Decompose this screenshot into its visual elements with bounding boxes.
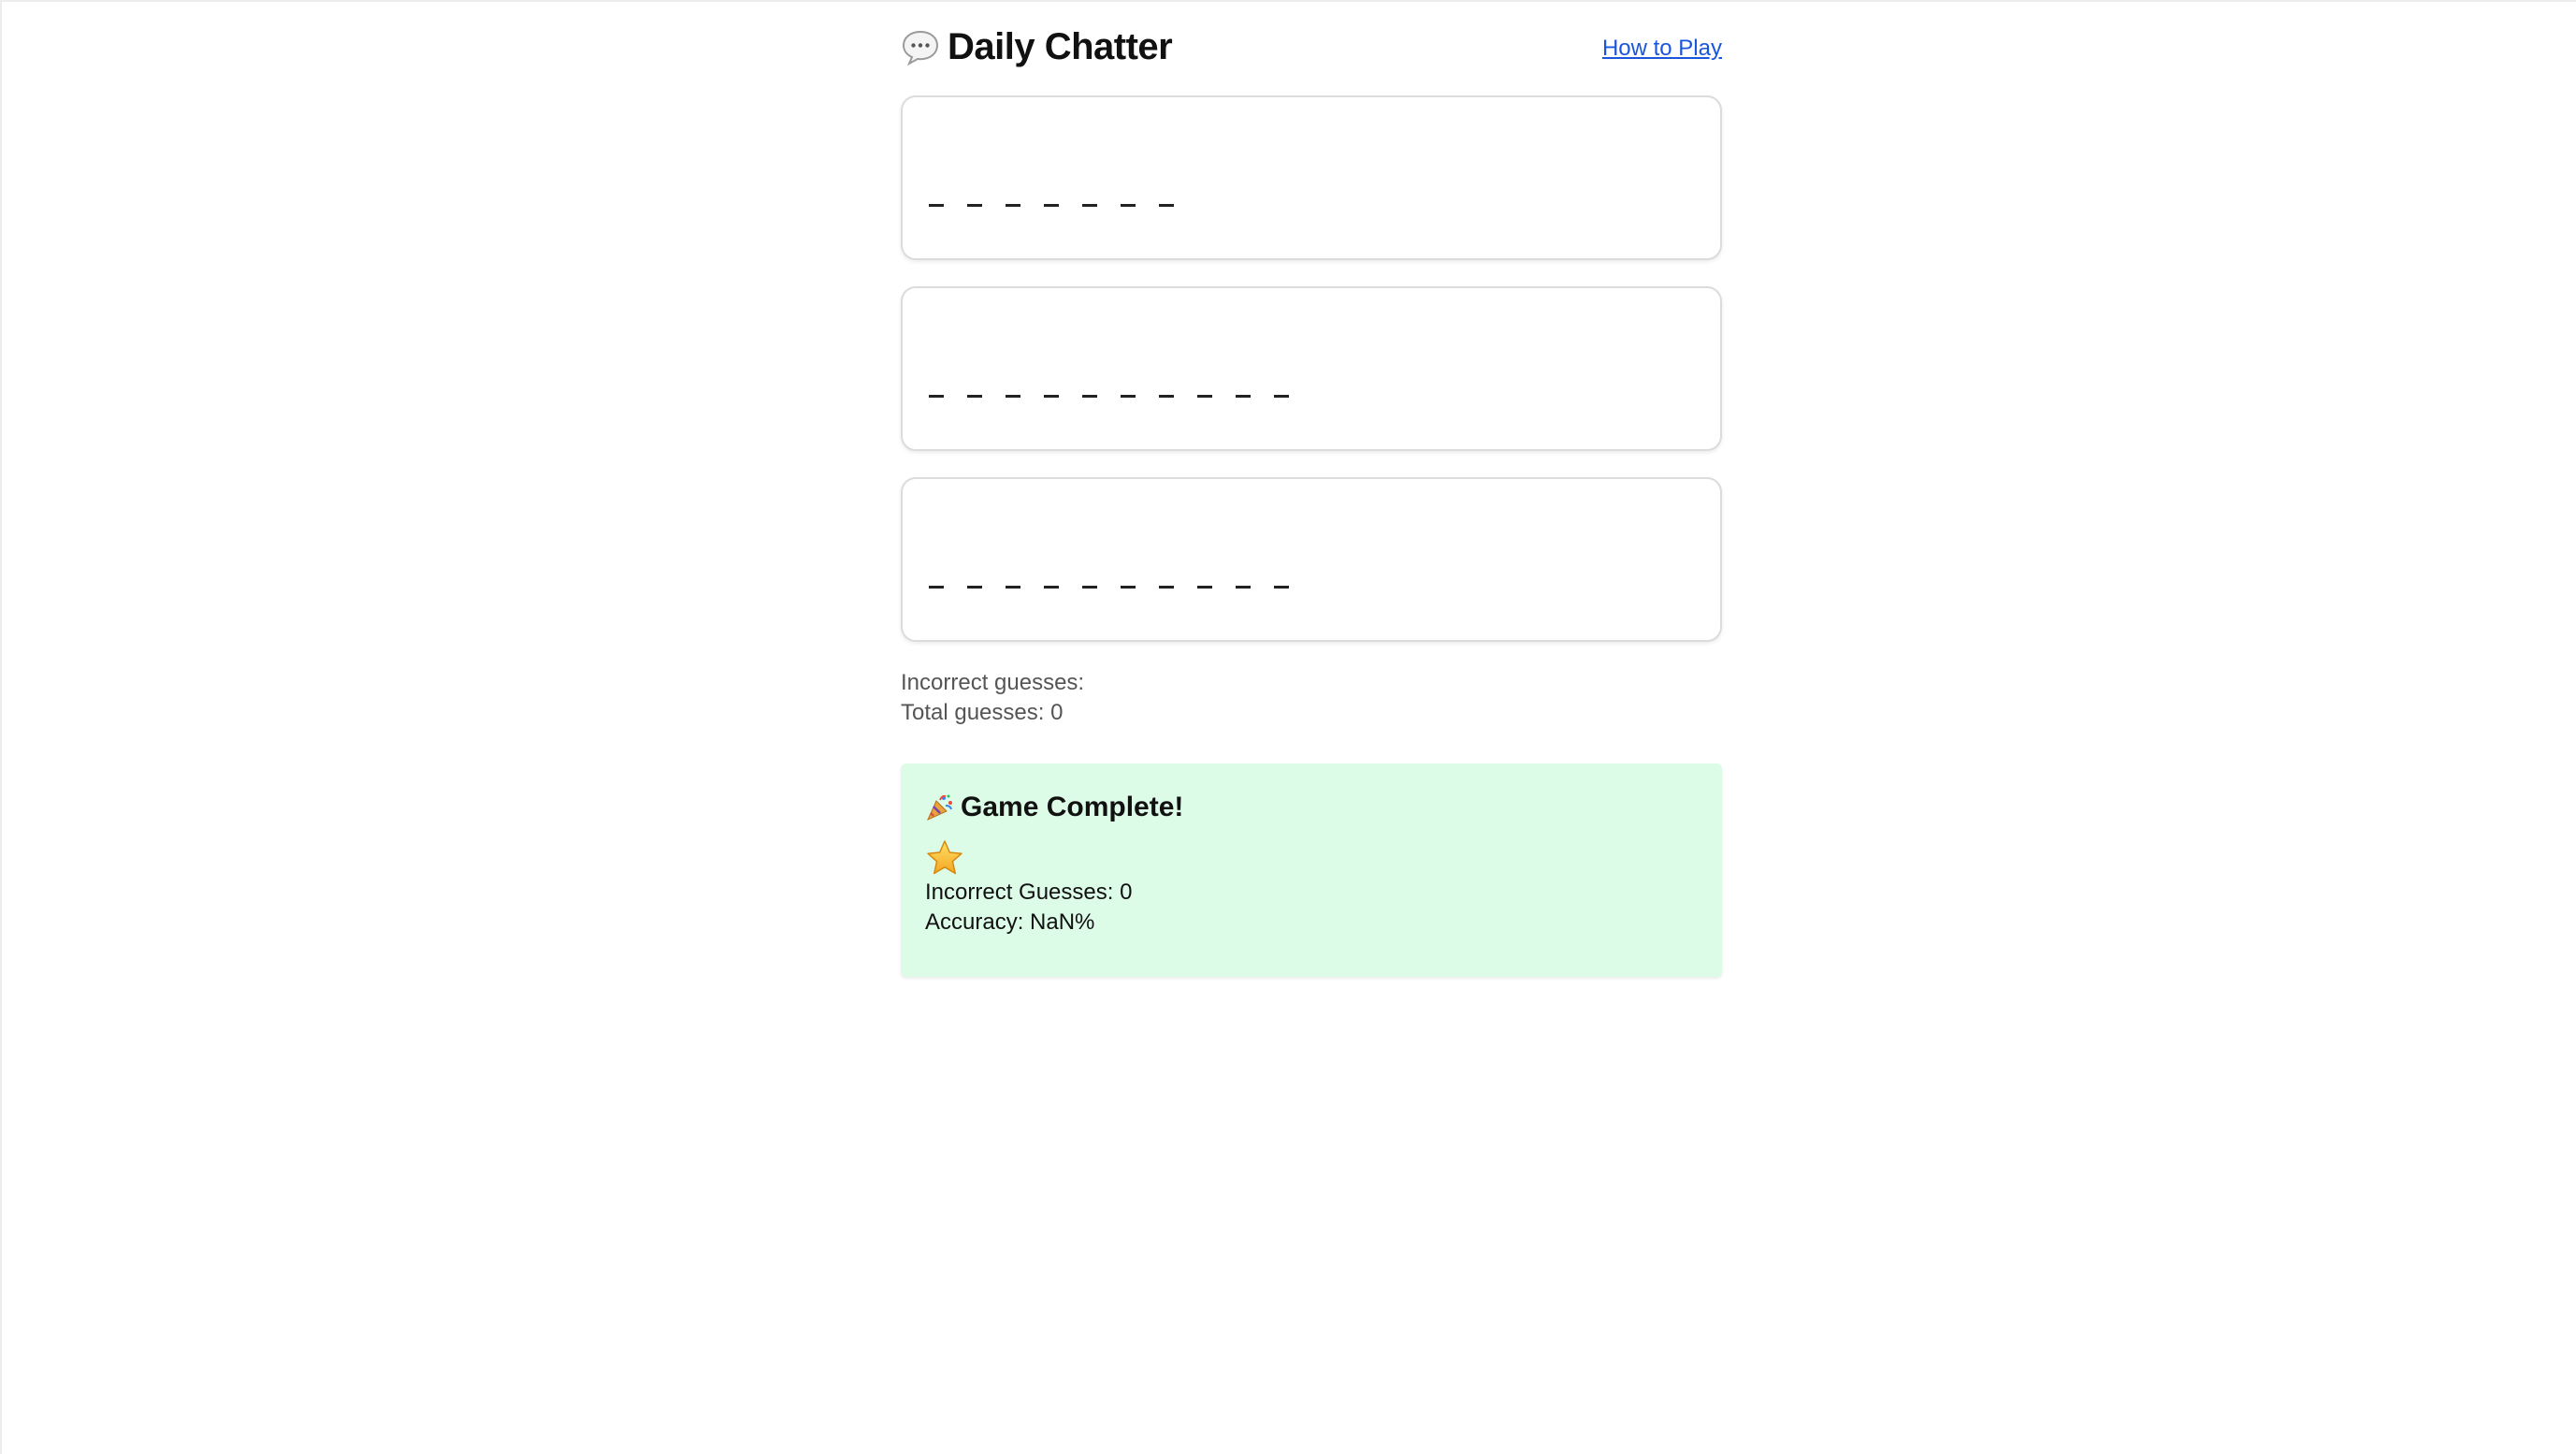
incorrect-guesses-label: Incorrect guesses: <box>901 670 1085 695</box>
letter-blank <box>1006 204 1020 207</box>
letter-blank <box>967 586 982 589</box>
game-complete-title: Game Complete! <box>961 792 1184 822</box>
letter-blank <box>929 395 944 398</box>
word-card-1 <box>901 95 1722 260</box>
star-icon <box>927 840 962 875</box>
letter-blank <box>1236 586 1251 589</box>
letter-blank <box>967 204 982 207</box>
letter-blank <box>929 586 944 589</box>
letter-blank <box>1236 395 1251 398</box>
letter-blank <box>1082 204 1097 207</box>
header: Daily Chatter How to Play <box>901 0 1722 95</box>
word-card-3 <box>901 477 1722 642</box>
letter-blank <box>1121 204 1136 207</box>
result-accuracy: Accuracy: NaN% <box>925 909 1095 935</box>
result-incorrect-guesses: Incorrect Guesses: 0 <box>925 880 1133 905</box>
letter-blank <box>1274 586 1289 589</box>
title-wrap: Daily Chatter <box>901 26 1173 68</box>
letter-blank <box>1159 586 1174 589</box>
game-complete-panel: Game Complete! Incorrect Guesses: 0 Accu… <box>901 763 1722 977</box>
letter-blank <box>1197 586 1212 589</box>
speech-bubble-icon <box>902 30 939 65</box>
letter-blank <box>1082 395 1097 398</box>
letter-blank <box>1159 395 1174 398</box>
game-complete-heading: Game Complete! <box>925 792 1698 823</box>
total-guesses-label: Total guesses: 0 <box>901 700 1064 725</box>
letter-slots <box>929 560 1312 589</box>
guess-stats: Incorrect guesses: Total guesses: 0 <box>901 668 1722 728</box>
letter-blank <box>967 395 982 398</box>
letter-slots <box>929 369 1312 398</box>
letter-blank <box>1006 395 1020 398</box>
letter-blank <box>1274 395 1289 398</box>
letter-blank <box>1159 204 1174 207</box>
game-container: Daily Chatter How to Play Incorrect gues… <box>901 0 1722 977</box>
how-to-play-link[interactable]: How to Play <box>1602 36 1722 62</box>
letter-blank <box>1197 395 1212 398</box>
page-title: Daily Chatter <box>948 26 1173 67</box>
word-list <box>901 95 1722 642</box>
letter-blank <box>1044 395 1059 398</box>
letter-blank <box>1082 586 1097 589</box>
letter-blank <box>1121 586 1136 589</box>
party-popper-icon <box>927 794 952 821</box>
letter-blank <box>1121 395 1136 398</box>
word-card-2 <box>901 286 1722 451</box>
letter-blank <box>929 204 944 207</box>
letter-blank <box>1006 586 1020 589</box>
letter-blank <box>1044 204 1059 207</box>
letter-slots <box>929 178 1197 207</box>
letter-blank <box>1044 586 1059 589</box>
